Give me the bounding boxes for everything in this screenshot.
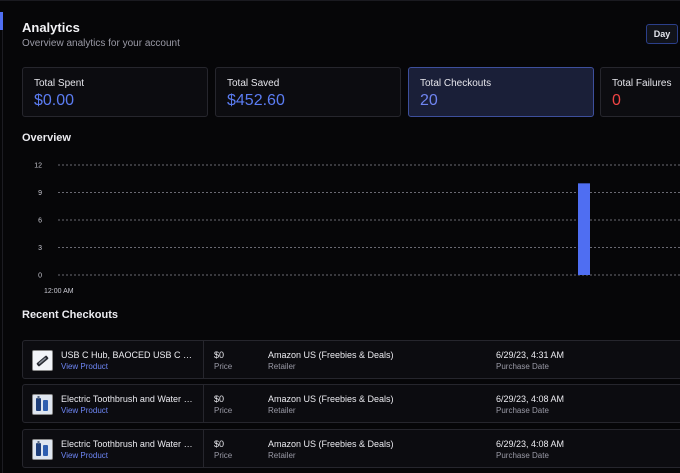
- cell-divider: [203, 341, 204, 378]
- purchase-date-value: 6/29/23, 4:08 AM: [496, 394, 565, 404]
- price-value: $0: [214, 394, 225, 404]
- stat-value: 0: [612, 92, 621, 109]
- purchase-date-value: 6/29/23, 4:08 AM: [496, 439, 565, 449]
- price-label: Price: [214, 406, 233, 415]
- stat-label: Total Saved: [227, 78, 280, 89]
- toothbrush-icon: [32, 439, 53, 460]
- checkout-row: Electric Toothbrush and Water Flosser Vi…: [22, 429, 680, 468]
- stat-label: Total Failures: [612, 78, 672, 89]
- stat-label: Total Spent: [34, 78, 85, 89]
- view-product-link[interactable]: View Product: [61, 406, 108, 415]
- y-tick-label: 0: [38, 273, 42, 280]
- overview-title: Overview: [22, 132, 71, 144]
- cell-divider: [203, 430, 204, 467]
- stat-value: 20: [420, 92, 438, 109]
- retailer-value: Amazon US (Freebies & Deals): [268, 350, 394, 360]
- y-tick-label: 3: [38, 245, 42, 252]
- stat-value: $0.00: [34, 92, 75, 109]
- nav-active-indicator: [0, 12, 3, 30]
- stat-card-total-spent[interactable]: Total Spent $0.00: [22, 67, 208, 117]
- stat-label: Total Checkouts: [420, 78, 492, 89]
- stat-card-total-failures[interactable]: Total Failures 0: [600, 67, 680, 117]
- retailer-label: Retailer: [268, 362, 296, 371]
- y-tick-label: 9: [38, 190, 42, 197]
- price-value: $0: [214, 439, 225, 449]
- checkout-row: Electric Toothbrush and Water Flosser Vi…: [22, 384, 680, 423]
- overview-chart: 12 9 6 3 0 12:00 AM: [34, 163, 680, 295]
- price-value: $0: [214, 350, 225, 360]
- price-label: Price: [214, 362, 233, 371]
- toothbrush-icon: [32, 394, 53, 415]
- y-tick-label: 12: [34, 163, 42, 170]
- y-tick-label: 6: [38, 218, 42, 225]
- usb-hub-icon: [32, 350, 53, 371]
- page-title: Analytics: [22, 20, 80, 35]
- top-divider: [0, 0, 680, 1]
- retailer-value: Amazon US (Freebies & Deals): [268, 439, 394, 449]
- checkout-row: USB C Hub, BAOCED USB C Hub 7-in-1 View …: [22, 340, 680, 379]
- product-name: Electric Toothbrush and Water Flosser: [61, 439, 193, 449]
- view-product-link[interactable]: View Product: [61, 451, 108, 460]
- product-name: USB C Hub, BAOCED USB C Hub 7-in-1: [61, 350, 193, 360]
- product-name: Electric Toothbrush and Water Flosser: [61, 394, 193, 404]
- purchase-date-label: Purchase Date: [496, 406, 549, 415]
- purchase-date-label: Purchase Date: [496, 362, 549, 371]
- stat-value: $452.60: [227, 92, 285, 109]
- recent-checkouts-title: Recent Checkouts: [22, 309, 118, 321]
- price-label: Price: [214, 451, 233, 460]
- stat-card-total-saved[interactable]: Total Saved $452.60: [215, 67, 401, 117]
- retailer-label: Retailer: [268, 451, 296, 460]
- page-subtitle: Overview analytics for your account: [22, 38, 180, 49]
- chart-bar[interactable]: [578, 183, 590, 275]
- view-product-link[interactable]: View Product: [61, 362, 108, 371]
- cell-divider: [203, 385, 204, 422]
- purchase-date-value: 6/29/23, 4:31 AM: [496, 350, 565, 360]
- purchase-date-label: Purchase Date: [496, 451, 549, 460]
- range-day-button[interactable]: Day: [646, 24, 678, 44]
- x-tick-label: 12:00 AM: [44, 288, 74, 295]
- stat-card-total-checkouts[interactable]: Total Checkouts 20: [408, 67, 594, 117]
- retailer-value: Amazon US (Freebies & Deals): [268, 394, 394, 404]
- retailer-label: Retailer: [268, 406, 296, 415]
